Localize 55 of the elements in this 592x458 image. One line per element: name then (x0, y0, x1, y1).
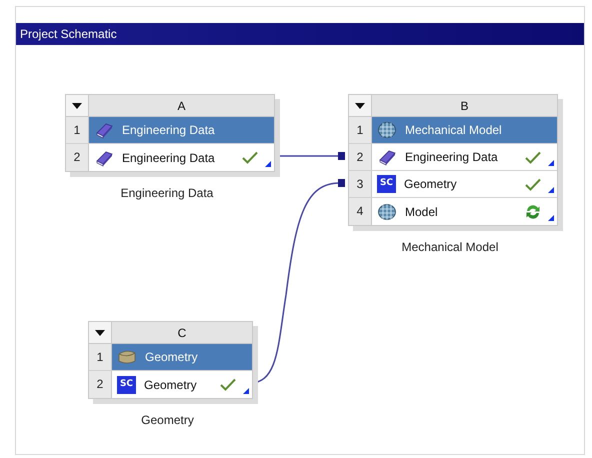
cell-label: Geometry (404, 176, 458, 193)
sc-badge-icon: SC (117, 376, 136, 394)
caret-icon (95, 330, 105, 336)
system-caption: Geometry (141, 412, 194, 429)
row-number: 4 (349, 198, 372, 225)
cell-row[interactable]: SC Geometry (112, 371, 252, 398)
column-header: B (372, 95, 557, 116)
row-number: 3 (349, 171, 372, 197)
row-number: 1 (349, 117, 372, 143)
cell-label: Engineering Data (122, 150, 216, 166)
row-number: 2 (89, 371, 112, 398)
corner-triangle-icon (243, 388, 249, 394)
check-icon (220, 378, 236, 391)
cell-row[interactable]: Engineering Data (89, 144, 274, 171)
check-icon (525, 150, 541, 164)
column-header: A (89, 95, 274, 116)
corner-triangle-icon (548, 160, 554, 166)
cell-label: Geometry (145, 349, 199, 366)
cell-row[interactable]: SC Geometry (372, 171, 557, 197)
check-icon (525, 178, 541, 190)
book-icon (94, 121, 114, 139)
mesh-cube-icon (377, 121, 397, 139)
cell-label: Engineering Data (405, 149, 499, 166)
caret-icon (72, 102, 82, 108)
caret-icon (355, 102, 365, 108)
dropdown-button[interactable] (66, 95, 89, 116)
corner-triangle-icon (265, 161, 271, 167)
cell-row[interactable]: Engineering Data (89, 117, 274, 143)
dropdown-button[interactable] (89, 322, 112, 343)
cell-row[interactable]: Mechanical Model (372, 117, 557, 143)
mesh-cube-icon (377, 202, 397, 220)
row-number: 2 (66, 144, 89, 171)
dropdown-button[interactable] (349, 95, 372, 116)
panel-title: Project Schematic (16, 23, 584, 45)
row-number: 1 (89, 344, 112, 370)
cell-label: Mechanical Model (405, 122, 503, 139)
row-number: 2 (349, 144, 372, 170)
cell-label: Engineering Data (122, 122, 216, 139)
cell-label: Model (405, 204, 439, 220)
system-caption: Mechanical Model (402, 239, 498, 256)
book-icon (377, 148, 397, 166)
cell-row[interactable]: Engineering Data (372, 144, 557, 170)
book-icon (94, 148, 114, 166)
refresh-icon (525, 204, 541, 220)
corner-triangle-icon (548, 187, 554, 193)
row-number: 1 (66, 117, 89, 143)
check-icon (242, 151, 258, 164)
block-icon (117, 348, 137, 366)
system-caption: Engineering Data (120, 185, 214, 202)
sc-badge-icon: SC (377, 175, 396, 193)
cell-row[interactable]: Geometry (112, 344, 252, 370)
corner-triangle-icon (548, 215, 554, 221)
cell-label: Geometry (144, 376, 198, 394)
column-header: C (112, 322, 252, 343)
cell-row[interactable]: Model (372, 198, 557, 225)
